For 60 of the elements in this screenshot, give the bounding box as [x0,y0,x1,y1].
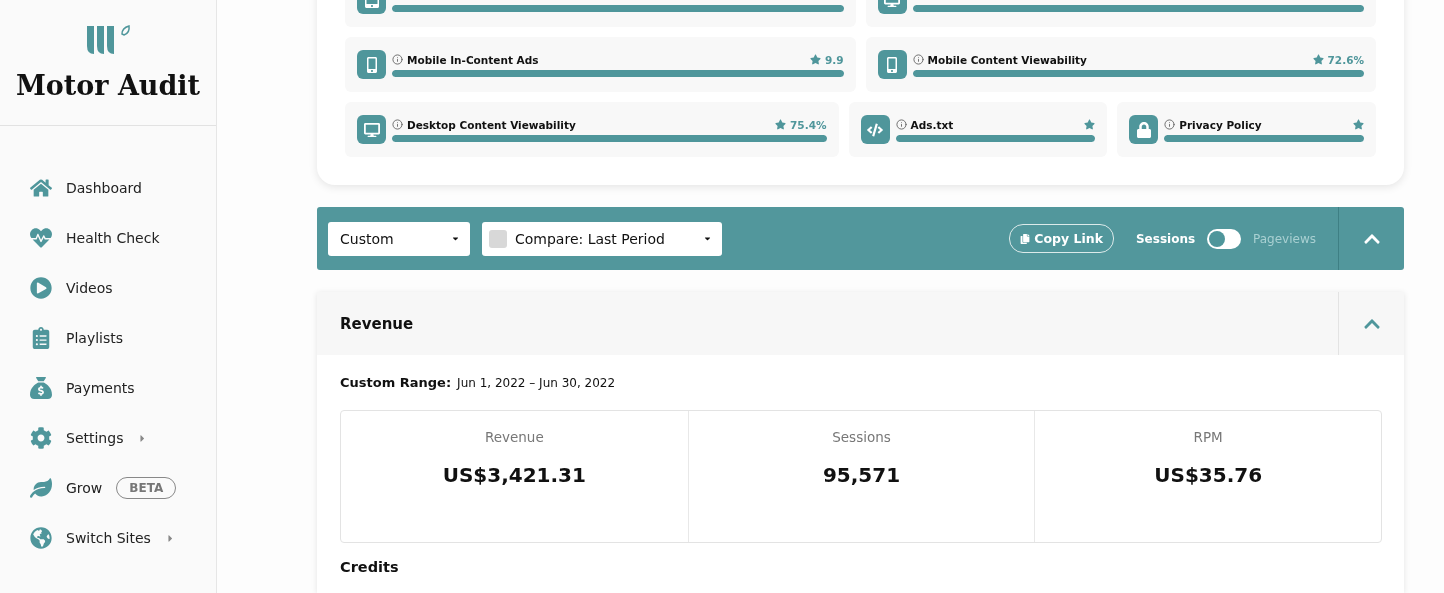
sidebar-item[interactable]: Health Check [30,226,216,250]
sidebar-item[interactable]: Videos [30,276,216,300]
metric-title: Privacy Policy [1179,118,1263,131]
checklist-icon [30,327,52,349]
section-title: Credits [340,559,400,575]
compare-dropdown[interactable]: Compare: Last Period [482,221,722,256]
metric-title: Ads.txt [910,118,955,131]
stat-value: US$35.76 [1154,463,1263,487]
heartbeat-icon [30,227,52,249]
sidebar-item[interactable]: Switch Sites [30,526,216,550]
star-icon [1353,119,1364,130]
compare-checkbox[interactable] [489,229,507,248]
star-icon [1312,54,1324,65]
sidebar-item[interactable]: Settings [30,426,216,450]
brand-name: Motor Audit [15,70,201,101]
code-icon [860,115,890,144]
sidebar-item[interactable]: Payments [30,376,216,400]
sidebar-item[interactable]: Dashboard [30,176,216,200]
caret-icon [703,234,712,243]
metric-toggle[interactable] [1207,228,1242,249]
stat-label: RPM [1193,429,1223,445]
metric-title: Desktop Content Viewability [407,118,577,131]
info-icon[interactable] [392,54,403,65]
mobile-phone-icon [357,50,386,79]
home-icon [30,177,52,199]
sidebar-item[interactable]: Playlists [30,326,216,350]
money-bag-icon [30,377,52,399]
section-title: Revenue [340,314,415,333]
toggle-label: Pageviews [1253,231,1316,246]
range-dropdown[interactable]: Custom [328,221,470,256]
settings-icon [30,427,52,449]
toggle-label: Sessions [1135,231,1196,246]
sidebar-item[interactable]: Grow BETA [30,476,216,500]
logo-icon [85,24,131,56]
star-icon [1084,119,1096,130]
copy-icon [1020,233,1031,244]
stat-value: 95,571 [822,463,901,487]
range-value: Jun 1, 2022 – Jun 30, 2022 [457,376,616,390]
range-label: Custom Range: [340,375,452,390]
info-icon[interactable] [895,119,907,130]
metric-title: Mobile In-Content Ads [407,53,540,66]
star-icon [775,119,787,130]
lock-icon [1129,115,1159,144]
metric-score: 72.6% [1327,53,1364,66]
play-icon [30,277,52,299]
metric-title: Mobile Content Viewability [927,53,1088,66]
caret-icon [451,234,460,243]
info-icon[interactable] [392,119,403,130]
desktop-icon [357,115,386,144]
leaf-icon [30,477,52,499]
metric-score: 9.9 [824,53,844,66]
metric-score: 75.4% [790,118,827,131]
info-icon[interactable] [1164,119,1176,130]
stat-label: Revenue [484,429,544,445]
info-icon[interactable] [912,54,924,65]
globe-icon [30,527,52,549]
stat-value: US$3,421.31 [442,463,586,487]
stat-label: Sessions [832,429,891,445]
mobile-phone-icon [877,50,907,79]
star-icon [809,54,821,65]
